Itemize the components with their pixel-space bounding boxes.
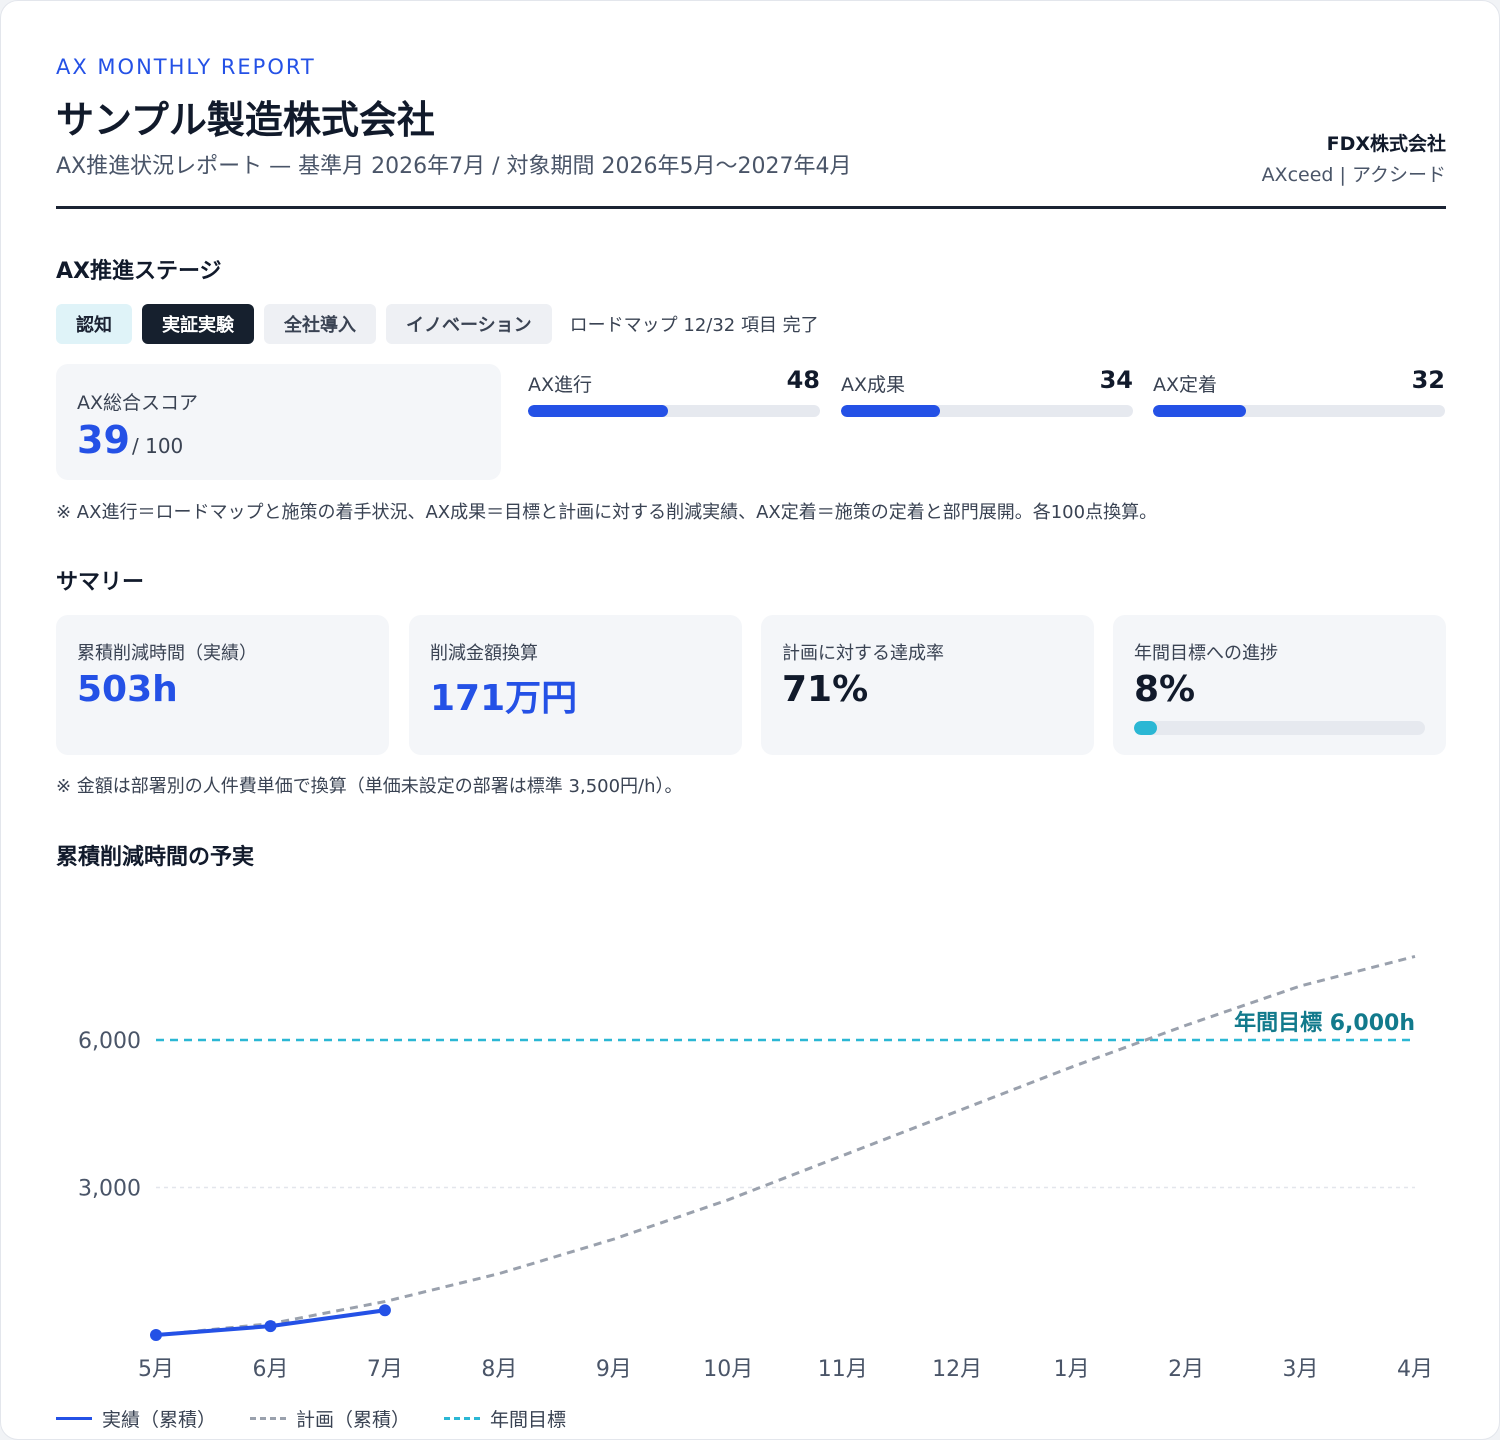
x-tick-label: 10月 <box>703 1357 753 1382</box>
x-tick-label: 11月 <box>818 1357 868 1382</box>
legend-plan-label: 計画（累積） <box>296 1409 411 1431</box>
x-tick-label: 4月 <box>1397 1357 1433 1382</box>
legend-target-label: 年間目標 <box>490 1409 567 1431</box>
x-tick-label: 5月 <box>138 1357 174 1382</box>
legend-target-swatch <box>444 1417 481 1420</box>
actual-point <box>264 1320 277 1333</box>
x-tick-label: 12月 <box>932 1357 982 1382</box>
x-tick-label: 7月 <box>367 1357 403 1382</box>
x-tick-label: 1月 <box>1054 1357 1090 1382</box>
y-tick-label: 3,000 <box>78 1177 141 1202</box>
legend-plan-swatch <box>250 1417 287 1420</box>
legend-actual-swatch <box>56 1417 92 1420</box>
legend-actual: 実績（累積） <box>56 1405 216 1432</box>
x-tick-label: 2月 <box>1168 1357 1204 1382</box>
x-tick-label: 9月 <box>596 1357 632 1382</box>
x-tick-label: 3月 <box>1283 1357 1319 1382</box>
chart-legend: 実績（累積） 計画（累積） 年間目標 <box>56 1405 566 1432</box>
legend-target: 年間目標 <box>444 1405 566 1432</box>
report-card: AX MONTHLY REPORT サンプル製造株式会社 AX推進状況レポート … <box>0 0 1500 1440</box>
legend-actual-label: 実績（累積） <box>102 1409 217 1431</box>
plan-series-line <box>155 954 1416 1337</box>
cumulative-hours-chart: 3,000 6,000 年間目標 6,000h 5月 6月 7月 8月 9月 10月 11月 12月… <box>78 954 1433 1382</box>
target-label: 年間目標 6,000h <box>1234 1010 1415 1036</box>
y-tick-label: 6,000 <box>78 1029 141 1054</box>
x-tick-label: 6月 <box>252 1357 288 1382</box>
x-tick-label: 8月 <box>481 1357 517 1382</box>
actual-point <box>150 1329 162 1341</box>
legend-plan: 計画（累積） <box>250 1405 410 1432</box>
actual-point <box>378 1304 391 1317</box>
